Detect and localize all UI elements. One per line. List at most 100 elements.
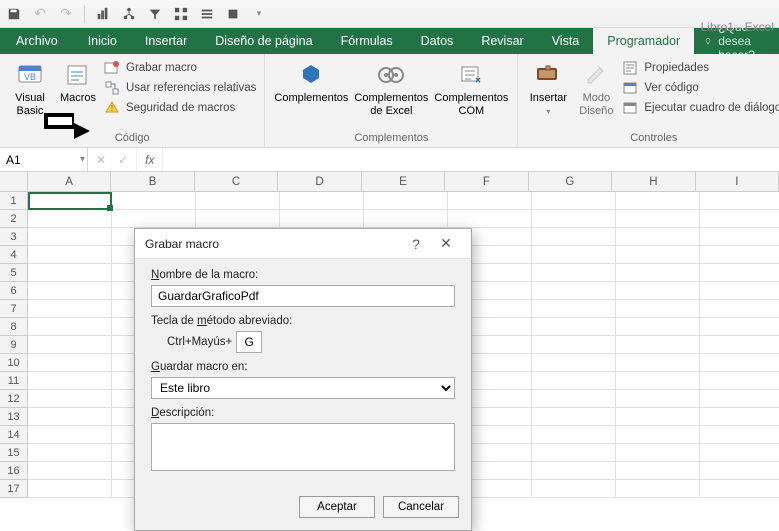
row-header[interactable]: 7 — [0, 300, 28, 318]
cell[interactable] — [532, 282, 616, 300]
cell[interactable] — [616, 408, 700, 426]
row-header[interactable]: 6 — [0, 282, 28, 300]
cell[interactable] — [532, 354, 616, 372]
row-header[interactable]: 17 — [0, 480, 28, 498]
cell[interactable] — [364, 210, 448, 228]
cell[interactable] — [532, 246, 616, 264]
row-header[interactable]: 16 — [0, 462, 28, 480]
cell[interactable] — [700, 444, 779, 462]
store-select[interactable]: Este libro — [151, 377, 455, 399]
cell[interactable] — [532, 480, 616, 498]
cell[interactable] — [616, 390, 700, 408]
seguridad-macros-button[interactable]: ! Seguridad de macros — [104, 100, 256, 116]
tab-inicio[interactable]: Inicio — [74, 28, 131, 54]
tab-diseno[interactable]: Diseño de página — [201, 28, 326, 54]
complementos-excel-button[interactable]: Complementos de Excel — [351, 56, 431, 130]
row-header[interactable]: 14 — [0, 426, 28, 444]
cell[interactable] — [28, 408, 112, 426]
col-header[interactable]: H — [612, 172, 695, 192]
cell[interactable] — [28, 336, 112, 354]
cell[interactable] — [28, 318, 112, 336]
cell[interactable] — [28, 390, 112, 408]
cell[interactable] — [700, 246, 779, 264]
row-header[interactable]: 13 — [0, 408, 28, 426]
shortcut-key-input[interactable] — [236, 331, 262, 353]
row-header[interactable]: 10 — [0, 354, 28, 372]
cell[interactable] — [280, 192, 364, 210]
list-icon[interactable] — [199, 6, 215, 22]
col-header[interactable]: B — [111, 172, 194, 192]
cell[interactable] — [364, 192, 448, 210]
cell[interactable] — [28, 372, 112, 390]
row-header[interactable]: 4 — [0, 246, 28, 264]
cell[interactable] — [532, 300, 616, 318]
chart-bar-icon[interactable] — [95, 6, 111, 22]
cell[interactable] — [616, 210, 700, 228]
cell[interactable] — [616, 354, 700, 372]
cell[interactable] — [28, 282, 112, 300]
cell[interactable] — [616, 426, 700, 444]
cell[interactable] — [700, 210, 779, 228]
col-header[interactable]: G — [529, 172, 612, 192]
usar-referencias-button[interactable]: Usar referencias relativas — [104, 80, 256, 96]
cell[interactable] — [28, 264, 112, 282]
formula-input[interactable] — [163, 148, 779, 171]
ver-codigo-button[interactable]: Ver código — [622, 80, 779, 96]
tab-file[interactable]: Archivo — [0, 28, 74, 54]
col-header[interactable]: E — [362, 172, 445, 192]
fx-button[interactable]: fx — [137, 148, 163, 171]
col-header[interactable]: C — [195, 172, 278, 192]
cell[interactable] — [616, 462, 700, 480]
col-header[interactable]: D — [278, 172, 361, 192]
row-header[interactable]: 1 — [0, 192, 28, 210]
cell[interactable] — [532, 462, 616, 480]
cell[interactable] — [532, 192, 616, 210]
col-header[interactable]: F — [445, 172, 528, 192]
cell[interactable] — [532, 390, 616, 408]
close-button[interactable]: ✕ — [431, 235, 461, 252]
cell[interactable] — [700, 372, 779, 390]
row-header[interactable]: 12 — [0, 390, 28, 408]
undo-icon[interactable]: ↶ — [32, 6, 48, 22]
col-header[interactable]: A — [28, 172, 111, 192]
cell[interactable] — [28, 444, 112, 462]
row-header[interactable]: 3 — [0, 228, 28, 246]
dropdown-icon[interactable]: ▾ — [251, 6, 267, 22]
cell[interactable] — [112, 192, 196, 210]
cell[interactable] — [700, 192, 779, 210]
select-all-corner[interactable] — [0, 172, 28, 192]
col-header[interactable]: I — [696, 172, 779, 192]
tell-me-box[interactable]: ¿Qué desea hacer? — [704, 28, 779, 54]
help-button[interactable]: ? — [401, 236, 431, 252]
cell[interactable] — [532, 210, 616, 228]
complementos-com-button[interactable]: Complementos COM — [431, 56, 511, 130]
cell[interactable] — [616, 480, 700, 498]
cell[interactable] — [700, 408, 779, 426]
cell[interactable] — [532, 444, 616, 462]
cell[interactable] — [700, 228, 779, 246]
cell[interactable] — [616, 264, 700, 282]
cell[interactable] — [532, 408, 616, 426]
cell[interactable] — [532, 318, 616, 336]
save-icon[interactable] — [6, 6, 22, 22]
name-box[interactable]: A1 ▾ — [0, 148, 88, 171]
grabar-macro-button[interactable]: Grabar macro — [104, 60, 256, 76]
cell[interactable] — [28, 300, 112, 318]
cell[interactable] — [700, 480, 779, 498]
cell[interactable] — [532, 336, 616, 354]
description-input[interactable] — [151, 423, 455, 471]
cell[interactable] — [616, 282, 700, 300]
cell[interactable] — [616, 444, 700, 462]
square-icon[interactable] — [225, 6, 241, 22]
enter-icon[interactable]: ✓ — [118, 153, 128, 167]
cell[interactable] — [448, 192, 532, 210]
cell[interactable] — [700, 318, 779, 336]
cell[interactable] — [448, 210, 532, 228]
cell[interactable] — [28, 480, 112, 498]
tab-programador[interactable]: Programador — [593, 28, 694, 54]
cell[interactable] — [532, 264, 616, 282]
propiedades-button[interactable]: Propiedades — [622, 60, 779, 76]
complementos-button[interactable]: Complementos — [271, 56, 351, 130]
tab-insertar[interactable]: Insertar — [131, 28, 201, 54]
cell[interactable] — [28, 426, 112, 444]
